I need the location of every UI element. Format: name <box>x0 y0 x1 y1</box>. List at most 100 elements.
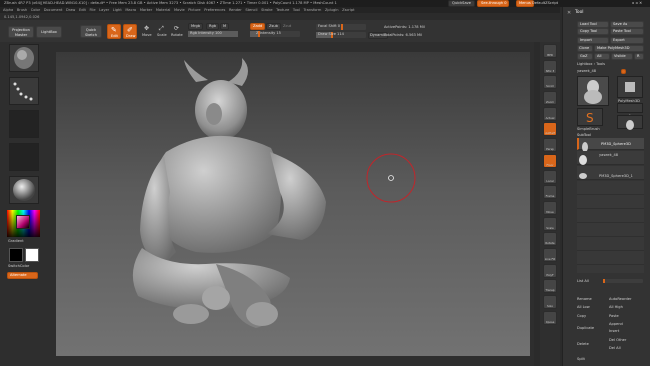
focal-shift-slider[interactable]: Focal Shift 0 <box>316 24 366 30</box>
menu-layer[interactable]: Layer <box>99 8 109 13</box>
projection-master-button[interactable]: Projection Master <box>8 26 34 38</box>
rgb-intensity-slider[interactable]: Rgb Intensity 100 <box>188 31 238 37</box>
duplicate-button[interactable]: Duplicate <box>577 326 594 331</box>
window-controls[interactable]: ▫ ▫ ✕ <box>632 1 642 6</box>
toolbar-line-fill-button[interactable]: Line Fill <box>543 247 557 262</box>
paste-tool-button[interactable]: Paste Tool <box>610 28 644 35</box>
list-all-button[interactable]: List All <box>577 279 589 284</box>
paste-button[interactable]: Paste <box>609 314 619 319</box>
lightbox-tools-label[interactable]: Lightbox › Tools <box>577 62 605 67</box>
toolbar-scale-button[interactable]: Scale <box>543 216 557 231</box>
toolbar-bpr-button[interactable]: BPR <box>543 44 557 58</box>
all-low-button[interactable]: All Low <box>577 305 590 310</box>
zcut-button[interactable]: Zcut <box>283 24 291 29</box>
move-button[interactable]: ✥ Move <box>141 24 154 39</box>
main-color-swatch[interactable] <box>9 248 23 262</box>
toolbar-transp-button[interactable]: Transp <box>543 279 557 294</box>
star-tool-thumbnail[interactable]: ✶ <box>617 103 643 121</box>
default-zscript-button[interactable]: DefaultZScript <box>532 1 558 6</box>
subtool-row[interactable]: PM3D_Sphere3D_1 <box>577 166 644 180</box>
menu-stencil[interactable]: Stencil <box>245 8 257 13</box>
close-icon[interactable]: ✕ <box>567 10 571 16</box>
tool-slider-knob[interactable] <box>621 69 626 74</box>
small-tool-thumbnail[interactable] <box>617 115 643 130</box>
polymesh-thumbnail[interactable] <box>617 76 643 98</box>
menu-render[interactable]: Render <box>229 8 242 13</box>
texture-thumbnail[interactable] <box>9 143 39 171</box>
zsub-button[interactable]: Zsub <box>266 23 281 30</box>
menu-color[interactable]: Color <box>31 8 40 13</box>
copy-button[interactable]: Copy <box>577 314 586 319</box>
all-high-button[interactable]: All High <box>609 305 623 310</box>
mrgb-button[interactable]: Mrgb <box>188 23 204 30</box>
rotate-button[interactable]: ⟳ Rotate <box>171 24 184 39</box>
draw-button[interactable]: ✐ Draw <box>123 24 137 39</box>
toolbar-local-button[interactable]: Local <box>543 169 557 184</box>
toolbar-frame-button[interactable]: Frame <box>543 185 557 200</box>
toolbar-move-button[interactable]: Move <box>543 200 557 215</box>
menu-movie[interactable]: Movie <box>174 8 185 13</box>
menu-texture[interactable]: Texture <box>276 8 289 13</box>
split-button[interactable]: Split <box>577 357 585 362</box>
menu-preferences[interactable]: Preferences <box>204 8 225 13</box>
menu-material[interactable]: Material <box>156 8 171 13</box>
edit-button[interactable]: ✎ Edit <box>107 24 121 39</box>
toolbar-zoom-button[interactable]: Zoom <box>543 91 557 106</box>
delete-button[interactable]: Delete <box>577 342 589 347</box>
menu-transform[interactable]: Transform <box>303 8 321 13</box>
menu-zscript[interactable]: Zscript <box>342 8 354 13</box>
visible-button[interactable]: Visible <box>611 53 633 60</box>
toolbar-polyf-button[interactable]: PolyF <box>543 263 557 278</box>
del-all-button[interactable]: Del All <box>609 346 621 351</box>
menu-macro[interactable]: Macro <box>125 8 136 13</box>
menu-marker[interactable]: Marker <box>140 8 152 13</box>
subtool-scroll-slider[interactable] <box>603 279 643 283</box>
brush-thumbnail[interactable] <box>9 44 39 72</box>
auto-reorder-button[interactable]: AutoReorder <box>609 297 631 302</box>
r-button[interactable]: R <box>634 53 644 60</box>
simplebrush-thumbnail[interactable]: S <box>577 108 603 126</box>
gradient-label[interactable]: Gradient <box>8 239 24 244</box>
secondary-color-swatch[interactable] <box>25 248 39 262</box>
menu-zplugin[interactable]: Zplugin <box>325 8 339 13</box>
import-button[interactable]: Import <box>577 37 609 44</box>
menu-edit[interactable]: Edit <box>79 8 86 13</box>
alpha-thumbnail[interactable] <box>9 110 39 138</box>
current-tool-thumbnail[interactable] <box>577 76 609 106</box>
document-canvas[interactable] <box>56 52 530 356</box>
append-button[interactable]: Append <box>609 322 623 327</box>
toolbar-scroll-button[interactable]: Scroll <box>543 75 557 90</box>
switch-color-button[interactable]: SwitchColor <box>8 264 29 269</box>
menu-tool[interactable]: Tool <box>293 8 300 13</box>
zadd-button[interactable]: Zadd <box>250 23 266 30</box>
menu-draw[interactable]: Draw <box>66 8 75 13</box>
see-through-slider[interactable]: See-through 0 <box>477 0 509 7</box>
z-intensity-slider[interactable]: Z Intensity 15 <box>250 31 300 37</box>
menu-light[interactable]: Light <box>113 8 122 13</box>
menu-file[interactable]: File <box>90 8 96 13</box>
clone-button[interactable]: Clone <box>577 45 593 52</box>
alternate-button[interactable]: Alternate <box>7 272 38 279</box>
material-thumbnail[interactable] <box>9 176 39 204</box>
menu-stroke[interactable]: Stroke <box>261 8 272 13</box>
del-other-button[interactable]: Del Other <box>609 338 626 343</box>
toolbar-aahalf-button[interactable]: AAHalf <box>543 122 557 137</box>
toolbar-xpose-button[interactable]: Xpose <box>543 310 557 325</box>
goz-button[interactable]: GoZ <box>577 53 593 60</box>
menu-picture[interactable]: Picture <box>188 8 200 13</box>
color-picker[interactable] <box>7 210 40 237</box>
quick-sketch-button[interactable]: Quick Sketch <box>80 25 102 38</box>
copy-tool-button[interactable]: Copy Tool <box>577 28 609 35</box>
toolbar-rotate-button[interactable]: Rotate <box>543 232 557 247</box>
menu-alpha[interactable]: Alpha <box>3 8 13 13</box>
stroke-thumbnail[interactable] <box>9 77 39 105</box>
lightbox-button[interactable]: LightBox <box>36 26 62 38</box>
insert-button[interactable]: Insert <box>609 329 619 334</box>
menu-document[interactable]: Document <box>44 8 63 13</box>
rename-button[interactable]: Rename <box>577 297 592 302</box>
export-button[interactable]: Export <box>610 37 644 44</box>
menu-brush[interactable]: Brush <box>17 8 27 13</box>
toolbar-solo-button[interactable]: Solo <box>543 295 557 309</box>
scale-button[interactable]: ⤢ Scale <box>156 24 169 39</box>
toolbar-actual-button[interactable]: Actual <box>543 106 557 121</box>
